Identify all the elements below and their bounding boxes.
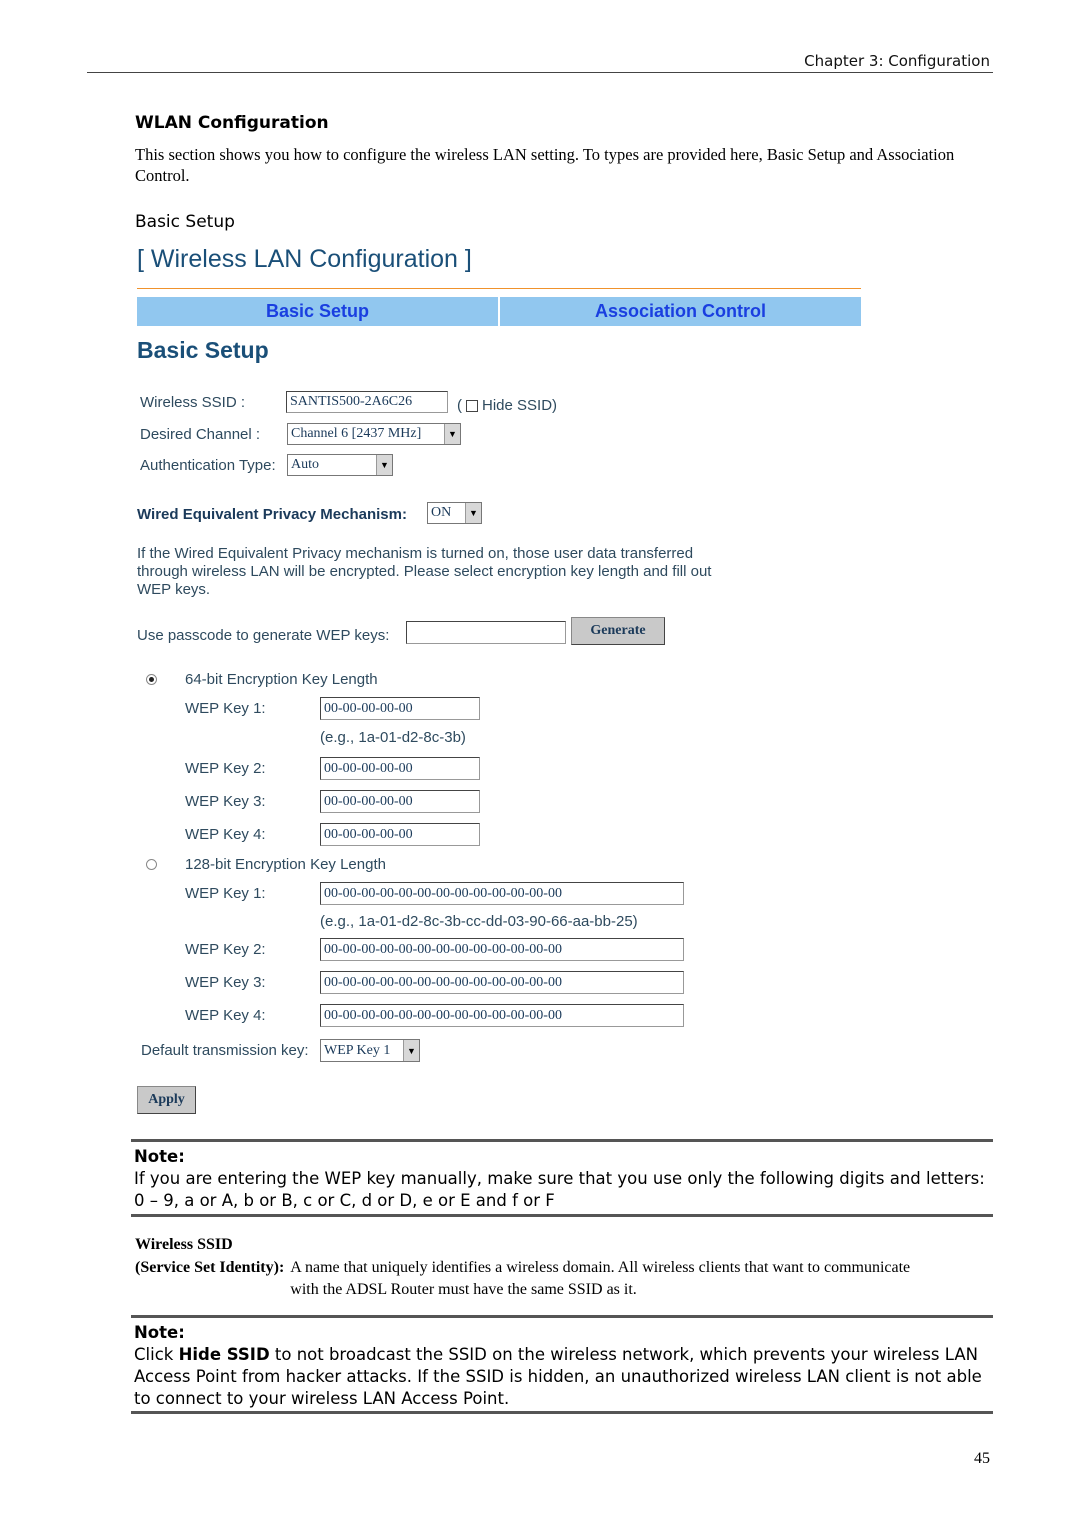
note1-text: If you are entering the WEP key manually… bbox=[134, 1169, 985, 1210]
title-divider bbox=[137, 288, 861, 289]
section-subheading: Basic Setup bbox=[135, 212, 235, 232]
ui-section-heading: Basic Setup bbox=[137, 337, 269, 363]
chevron-down-icon: ▼ bbox=[403, 1040, 419, 1061]
key64-2-label: WEP Key 2: bbox=[185, 760, 266, 777]
key128-4-input[interactable]: 00-00-00-00-00-00-00-00-00-00-00-00-00 bbox=[320, 1004, 684, 1027]
wep-mechanism-label: Wired Equivalent Privacy Mechanism: bbox=[137, 506, 407, 523]
auth-type-label: Authentication Type: bbox=[140, 457, 276, 474]
hide-ssid-group: ( Hide SSID) bbox=[457, 397, 557, 414]
tab-basic-setup[interactable]: Basic Setup bbox=[137, 297, 498, 326]
hide-ssid-open-paren: ( bbox=[457, 397, 462, 414]
note1-bottom-rule bbox=[131, 1214, 993, 1217]
key128-3-label: WEP Key 3: bbox=[185, 974, 266, 991]
key64-4-input[interactable]: 00-00-00-00-00 bbox=[320, 823, 480, 846]
key128-1-label: WEP Key 1: bbox=[185, 885, 266, 902]
key64-3-input[interactable]: 00-00-00-00-00 bbox=[320, 790, 480, 813]
key128-example: (e.g., 1a-01-d2-8c-3b-cc-dd-03-90-66-aa-… bbox=[320, 913, 638, 930]
key64-1-input[interactable]: 00-00-00-00-00 bbox=[320, 697, 480, 720]
key128-4-label: WEP Key 4: bbox=[185, 1007, 266, 1024]
note2-body: Click Hide SSID to not broadcast the SSI… bbox=[134, 1344, 994, 1410]
chevron-down-icon: ▼ bbox=[444, 424, 460, 444]
hide-ssid-checkbox[interactable] bbox=[466, 400, 478, 413]
note2-bottom-rule bbox=[131, 1411, 993, 1414]
channel-select[interactable]: Channel 6 [2437 MHz] ▼ bbox=[287, 423, 461, 445]
key128-2-input[interactable]: 00-00-00-00-00-00-00-00-00-00-00-00-00 bbox=[320, 938, 684, 961]
chevron-down-icon: ▼ bbox=[376, 455, 392, 475]
key64-2-input[interactable]: 00-00-00-00-00 bbox=[320, 757, 480, 780]
wep-description: If the Wired Equivalent Privacy mechanis… bbox=[137, 545, 712, 598]
chevron-down-icon: ▼ bbox=[465, 503, 481, 523]
section-heading: WLAN Configuration bbox=[135, 113, 329, 133]
key64-4-label: WEP Key 4: bbox=[185, 826, 266, 843]
key64-1-label: WEP Key 1: bbox=[185, 700, 266, 717]
passcode-input[interactable] bbox=[406, 621, 566, 644]
wep-mechanism-value: ON bbox=[431, 505, 452, 520]
auth-type-value: Auto bbox=[291, 457, 319, 472]
passcode-label: Use passcode to generate WEP keys: bbox=[137, 627, 390, 644]
radio-selected-dot bbox=[149, 677, 154, 682]
key64-3-label: WEP Key 3: bbox=[185, 793, 266, 810]
note2-top-rule bbox=[131, 1315, 993, 1318]
note2-bold: Hide SSID bbox=[178, 1345, 270, 1364]
channel-label: Desired Channel : bbox=[140, 426, 261, 443]
key64-example: (e.g., 1a-01-d2-8c-3b) bbox=[320, 729, 466, 746]
ssid-label: Wireless SSID : bbox=[140, 394, 246, 411]
definition-term: Wireless SSID bbox=[135, 1236, 233, 1253]
key64-radio[interactable] bbox=[146, 674, 157, 685]
key128-label: 128-bit Encryption Key Length bbox=[185, 856, 386, 873]
default-key-value: WEP Key 1 bbox=[324, 1042, 391, 1058]
default-key-select[interactable]: WEP Key 1 ▼ bbox=[320, 1039, 420, 1062]
generate-button[interactable]: Generate bbox=[571, 617, 665, 645]
note1: Note: If you are entering the WEP key ma… bbox=[134, 1146, 994, 1212]
auth-type-select[interactable]: Auto ▼ bbox=[287, 454, 393, 476]
definition-row: (Service Set Identity): A name that uniq… bbox=[135, 1257, 975, 1301]
note2: Note: Click Hide SSID to not broadcast t… bbox=[134, 1322, 994, 1410]
header-rule bbox=[87, 72, 993, 73]
default-key-label: Default transmission key: bbox=[141, 1042, 309, 1059]
tab-association-control[interactable]: Association Control bbox=[500, 297, 861, 326]
hide-ssid-label: Hide SSID) bbox=[482, 397, 558, 414]
note1-title: Note: bbox=[134, 1147, 185, 1166]
key64-label: 64-bit Encryption Key Length bbox=[185, 671, 378, 688]
note2-prefix: Click bbox=[134, 1345, 179, 1364]
section-intro: This section shows you how to configure … bbox=[135, 145, 955, 185]
note2-title: Note: bbox=[134, 1323, 185, 1342]
wep-mechanism-select[interactable]: ON ▼ bbox=[427, 502, 482, 524]
key128-3-input[interactable]: 00-00-00-00-00-00-00-00-00-00-00-00-00 bbox=[320, 971, 684, 994]
ssid-input[interactable]: SANTIS500-2A6C26 bbox=[286, 391, 448, 413]
apply-button[interactable]: Apply bbox=[137, 1086, 196, 1114]
chapter-header: Chapter 3: Configuration bbox=[804, 52, 990, 70]
note1-top-rule bbox=[131, 1139, 993, 1142]
tab-bar: Basic Setup Association Control bbox=[137, 297, 861, 326]
key128-radio[interactable] bbox=[146, 859, 157, 870]
definition-text: A name that uniquely identifies a wirele… bbox=[290, 1259, 911, 1298]
page-number: 45 bbox=[974, 1450, 990, 1467]
channel-value: Channel 6 [2437 MHz] bbox=[291, 426, 422, 441]
key128-1-input[interactable]: 00-00-00-00-00-00-00-00-00-00-00-00-00 bbox=[320, 882, 684, 905]
key128-2-label: WEP Key 2: bbox=[185, 941, 266, 958]
definition-subterm: (Service Set Identity): bbox=[135, 1259, 285, 1276]
ui-page-title: [ Wireless LAN Configuration ] bbox=[137, 245, 472, 273]
